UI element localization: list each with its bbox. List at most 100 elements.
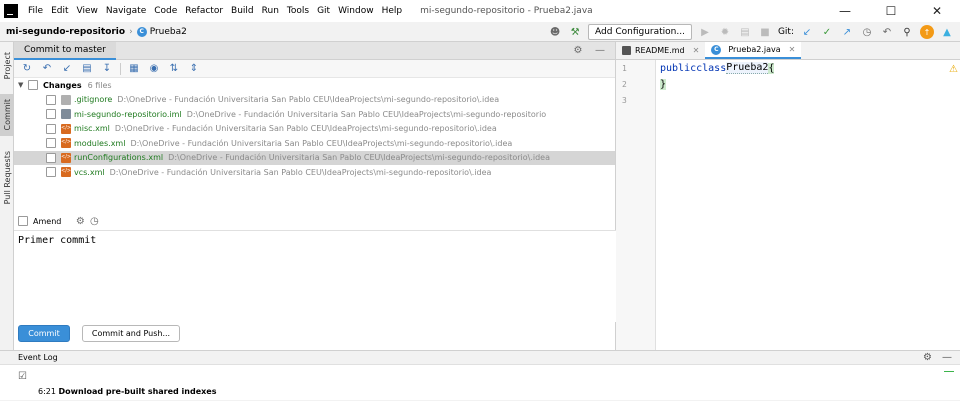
- search-icon[interactable]: ⚲: [900, 25, 914, 39]
- build-hammer-icon[interactable]: ⚒: [568, 25, 582, 39]
- file-row[interactable]: vcs.xml D:\OneDrive - Fundación Universit…: [14, 165, 615, 180]
- shelve-icon[interactable]: ↧: [100, 62, 114, 76]
- file-name: .gitignore: [74, 95, 113, 105]
- settings-gear-icon[interactable]: ⚙: [923, 352, 932, 363]
- git-commit-icon[interactable]: ✓: [820, 25, 834, 39]
- xml-file-icon: [61, 152, 71, 163]
- view-options-icon[interactable]: ◉: [147, 62, 161, 76]
- editor-tabs: README.md ✕ C Prueba2.java ✕: [616, 42, 960, 60]
- changes-count: 6 files: [87, 80, 112, 90]
- menu-file[interactable]: File: [24, 6, 47, 16]
- amend-label[interactable]: Amend: [33, 217, 61, 226]
- tool-tab-project[interactable]: Project: [0, 46, 14, 86]
- tab-prueba2[interactable]: C Prueba2.java ✕: [705, 42, 802, 59]
- hide-panel-icon[interactable]: —: [593, 44, 607, 58]
- breadcrumb-project[interactable]: mi-segundo-repositorio: [6, 27, 125, 37]
- tab-readme[interactable]: README.md ✕: [616, 42, 705, 59]
- close-tab-icon[interactable]: ✕: [693, 46, 700, 55]
- hide-panel-icon[interactable]: —: [942, 352, 952, 363]
- group-by-icon[interactable]: ▦: [127, 62, 141, 76]
- expand-all-icon[interactable]: ⇅: [167, 62, 181, 76]
- window-controls: — ☐ ✕: [822, 0, 960, 22]
- close-button[interactable]: ✕: [914, 0, 960, 22]
- menu-window[interactable]: Window: [334, 6, 378, 16]
- amend-checkbox[interactable]: [18, 216, 28, 226]
- menu-view[interactable]: View: [73, 6, 102, 16]
- history-icon[interactable]: ◷: [860, 25, 874, 39]
- collapse-all-icon[interactable]: ⇕: [187, 62, 201, 76]
- line-number-gutter: 1 2 3: [616, 60, 656, 350]
- file-row[interactable]: runConfigurations.xml D:\OneDrive - Funda…: [14, 150, 615, 165]
- file-checkbox[interactable]: [46, 123, 56, 134]
- java-class-icon: C: [136, 26, 147, 37]
- menu-navigate[interactable]: Navigate: [102, 6, 150, 16]
- code-line: }: [660, 76, 774, 92]
- refresh-icon[interactable]: ↻: [20, 62, 34, 76]
- menu-refactor[interactable]: Refactor: [181, 6, 227, 16]
- entry-time: 6:21: [38, 387, 56, 396]
- tool-tab-pull-requests[interactable]: Pull Requests: [0, 148, 14, 208]
- changes-group-checkbox[interactable]: [28, 80, 38, 91]
- commit-history-icon[interactable]: ◷: [87, 214, 101, 228]
- breadcrumb-file[interactable]: Prueba2: [150, 27, 187, 37]
- file-checkbox[interactable]: [46, 152, 56, 163]
- code-content[interactable]: public class Prueba2 { }: [660, 60, 775, 108]
- rollback-icon[interactable]: ↶: [880, 25, 894, 39]
- close-tab-icon[interactable]: ✕: [789, 45, 796, 54]
- markdown-file-icon: [622, 46, 631, 55]
- jetbrains-toolbox-icon[interactable]: ▲: [940, 25, 954, 39]
- changes-group-row[interactable]: ▼ Changes 6 files: [14, 78, 615, 93]
- user-icon[interactable]: ☻: [548, 25, 562, 39]
- commit-options-gear-icon[interactable]: ⚙: [73, 214, 87, 228]
- menu-run[interactable]: Run: [258, 6, 283, 16]
- entry-link[interactable]: Download pre-built shared indexes: [59, 387, 217, 396]
- minimize-button[interactable]: —: [822, 0, 868, 22]
- menu-build[interactable]: Build: [227, 6, 258, 16]
- settings-gear-icon[interactable]: ⚙: [571, 44, 585, 58]
- open-brace: {: [768, 62, 775, 74]
- menu-edit[interactable]: Edit: [47, 6, 72, 16]
- show-diff-icon[interactable]: ▤: [80, 62, 94, 76]
- tool-tab-commit[interactable]: Commit: [0, 94, 14, 136]
- title-bar: File Edit View Navigate Code Refactor Build Run…: [0, 0, 960, 22]
- git-update-icon[interactable]: ↙: [800, 25, 814, 39]
- git-push-icon[interactable]: ↗: [840, 25, 854, 39]
- run-icon[interactable]: ▶: [698, 25, 712, 39]
- commit-panel: Commit to master ⚙ — ↻ ↶ ↙ ▤ ↧ ▦ ◉ ⇅ ⇕ ▼…: [14, 41, 616, 350]
- stop-icon[interactable]: ■: [758, 25, 772, 39]
- file-checkbox[interactable]: [46, 109, 56, 120]
- file-checkbox[interactable]: [46, 94, 56, 105]
- file-path: D:\OneDrive - Fundación Universitaria Sa…: [114, 124, 497, 134]
- debug-icon[interactable]: ✹: [718, 25, 732, 39]
- file-checkbox[interactable]: [46, 138, 56, 149]
- coverage-icon[interactable]: ▤: [738, 25, 752, 39]
- rollback-icon[interactable]: ↶: [40, 62, 54, 76]
- commit-button[interactable]: Commit: [18, 325, 70, 342]
- file-row[interactable]: mi-segundo-repositorio.iml D:\OneDrive - …: [14, 107, 615, 122]
- file-row[interactable]: modules.xml D:\OneDrive - Fundación Unive…: [14, 136, 615, 151]
- toolbar-separator: [120, 62, 121, 75]
- maximize-button[interactable]: ☐: [868, 0, 914, 22]
- commit-and-push-button[interactable]: Commit and Push...: [82, 325, 180, 342]
- mark-read-icon[interactable]: ☑: [18, 371, 27, 382]
- update-icon[interactable]: ↑: [920, 25, 934, 39]
- add-configuration-button[interactable]: Add Configuration...: [588, 24, 692, 40]
- menu-code[interactable]: Code: [150, 6, 181, 16]
- update-project-icon[interactable]: ↙: [60, 62, 74, 76]
- file-row[interactable]: .gitignore D:\OneDrive - Fundación Univer…: [14, 93, 615, 108]
- chevron-down-icon[interactable]: ▼: [18, 81, 26, 89]
- file-path: D:\OneDrive - Fundación Universitaria Sa…: [186, 109, 547, 119]
- line-number: 3: [622, 95, 627, 105]
- warning-icon[interactable]: ⚠: [949, 64, 958, 75]
- commit-message-field[interactable]: Primer commit: [14, 230, 616, 322]
- iml-file-icon: [61, 109, 71, 120]
- menu-git[interactable]: Git: [313, 6, 334, 16]
- keyword: class: [696, 62, 727, 74]
- tab-commit-to-master[interactable]: Commit to master: [14, 41, 116, 60]
- keyword: public: [660, 62, 697, 74]
- file-row[interactable]: misc.xml D:\OneDrive - Fundación Universi…: [14, 122, 615, 137]
- menu-help[interactable]: Help: [378, 6, 407, 16]
- menu-tools[interactable]: Tools: [283, 6, 313, 16]
- file-checkbox[interactable]: [46, 167, 56, 178]
